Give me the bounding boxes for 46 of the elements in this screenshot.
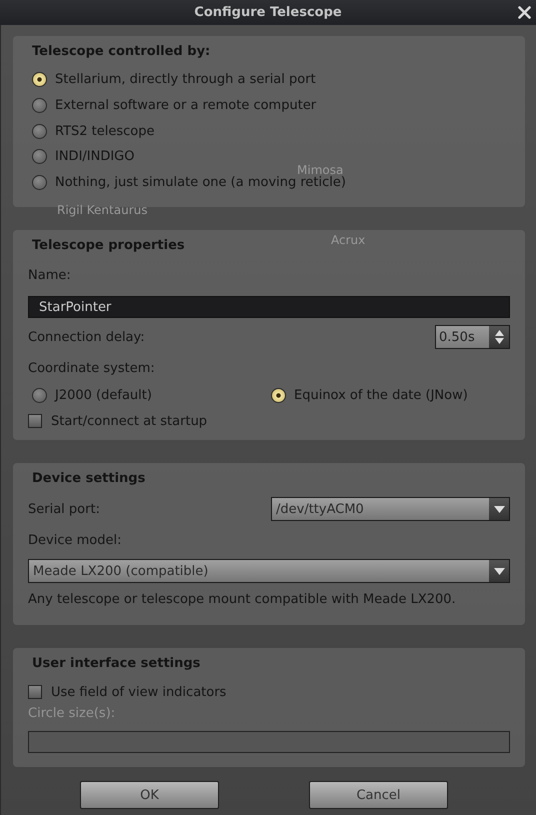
star-label: Acrux (331, 233, 366, 247)
window-title: Configure Telescope (194, 5, 342, 20)
dialog-button[interactable]: OK (80, 781, 219, 809)
section-heading: Device settings (32, 471, 146, 488)
radio-label: Stellarium, directly through a serial port (55, 72, 316, 88)
dropdown-arrow-icon (494, 568, 504, 574)
section-heading: Telescope properties (32, 238, 185, 255)
radio-label: Nothing, just simulate one (a moving reticle) (55, 175, 346, 190)
radio-label: RTS2 telescope (55, 124, 155, 139)
close-icon (518, 6, 531, 19)
dropdown-arrow-icon (494, 506, 504, 512)
delay-spinbox[interactable]: 0.50s (435, 325, 510, 349)
circle-size-field[interactable] (28, 731, 510, 753)
checkbox-label: Start/connect at startup (51, 414, 208, 428)
radio-label: Equinox of the date (JNow) (294, 388, 468, 402)
description-text: Any telescope or telescope mount compatible with Meade LX200. (28, 592, 457, 607)
field-label: Connection delay: (28, 330, 145, 344)
field-label: Serial port: (28, 502, 100, 516)
device-model-dropdown[interactable]: Meade LX200 (compatible) (28, 559, 510, 583)
section-heading: User interface settings (32, 656, 200, 673)
field-label: Name: (28, 268, 72, 285)
radio-button[interactable] (32, 98, 47, 114)
field-label: Coordinate system: (28, 361, 156, 378)
radio-button[interactable] (32, 149, 47, 164)
radio-label: J2000 (default) (55, 388, 152, 402)
name-field[interactable]: StarPointer (28, 296, 510, 318)
radio-label: INDI/INDIGO (55, 149, 134, 164)
checkbox[interactable] (28, 685, 42, 699)
section-heading: Telescope controlled by: (32, 44, 210, 61)
radio-label: External software or a remote computer (55, 98, 316, 114)
star-label: Mimosa (297, 163, 344, 177)
checkbox-label: Use field of view indicators (51, 684, 226, 700)
down-arrow-icon (494, 338, 504, 344)
star-label: Rigil Kentaurus (57, 203, 148, 217)
radio-button[interactable] (32, 124, 47, 139)
radio-button[interactable] (32, 175, 47, 190)
field-label: Circle size(s): (28, 706, 116, 723)
field-label: Device model: (28, 533, 122, 550)
close-button[interactable] (517, 5, 532, 20)
serial-port-dropdown[interactable]: /dev/ttyACM0 (271, 497, 510, 521)
dialog-button[interactable]: Cancel (309, 781, 448, 809)
radio-button[interactable] (271, 388, 286, 402)
radio-button[interactable] (32, 72, 47, 88)
checkbox[interactable] (28, 414, 42, 428)
up-arrow-icon (494, 330, 504, 336)
radio-button[interactable] (32, 388, 47, 402)
